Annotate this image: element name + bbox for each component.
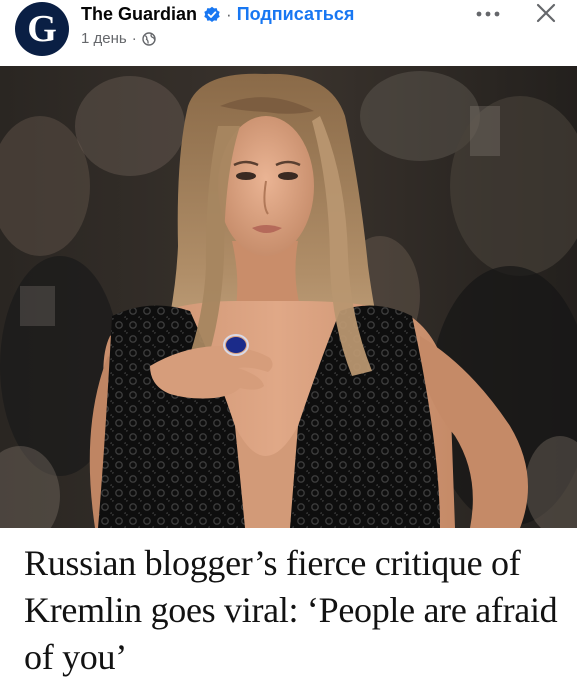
headline-area[interactable]: Russian blogger’s fierce critique of Kre… [0,528,577,700]
subscribe-button[interactable]: Подписаться [237,4,355,25]
post-time[interactable]: 1 день [81,30,127,47]
more-options-button[interactable] [466,0,510,28]
close-button[interactable] [528,0,564,26]
more-horizontal-icon [476,11,500,17]
guardian-avatar[interactable]: G [15,2,69,56]
post-meta: 1 день · [81,30,156,47]
name-row: The Guardian · Подписаться [81,4,354,25]
globe-icon [142,31,156,46]
meta-separator-dot: · [131,30,137,47]
separator-dot: · [226,4,232,24]
post-header: G The Guardian · Подписаться 1 день · [0,0,577,66]
verified-badge-icon [203,6,221,24]
avatar-letter: G [27,8,57,50]
article-headline[interactable]: Russian blogger’s fierce critique of Kre… [24,540,564,681]
page-name-link[interactable]: The Guardian [81,4,197,25]
article-photo[interactable] [0,66,577,528]
close-icon [536,3,556,23]
